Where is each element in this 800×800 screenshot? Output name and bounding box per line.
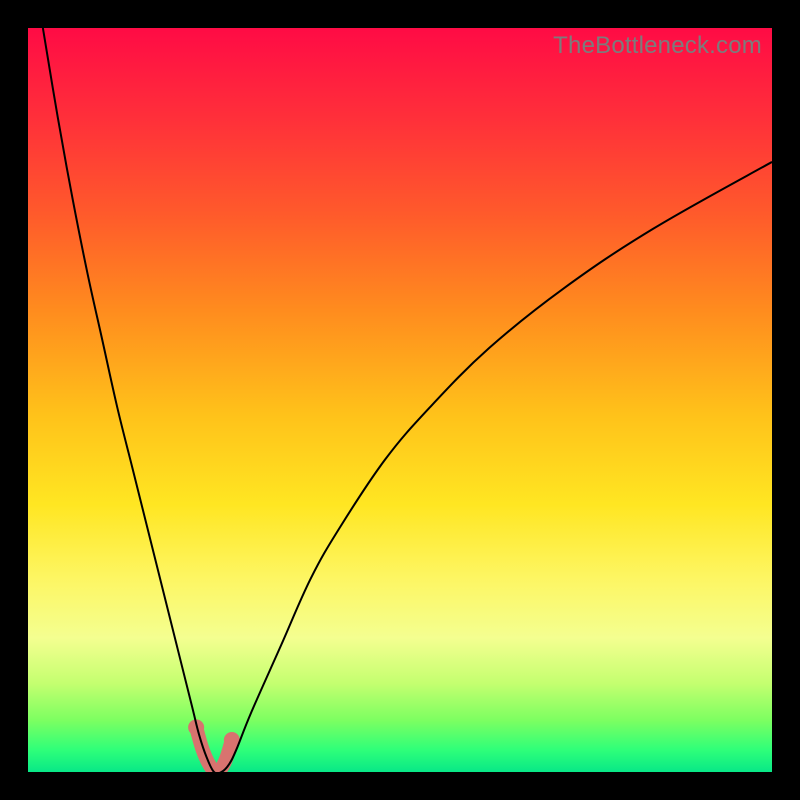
bottleneck-curve (43, 28, 772, 772)
curve-overlay (28, 28, 772, 772)
highlight-segment (196, 727, 232, 771)
chart-frame: TheBottleneck.com (0, 0, 800, 800)
plot-area: TheBottleneck.com (28, 28, 772, 772)
